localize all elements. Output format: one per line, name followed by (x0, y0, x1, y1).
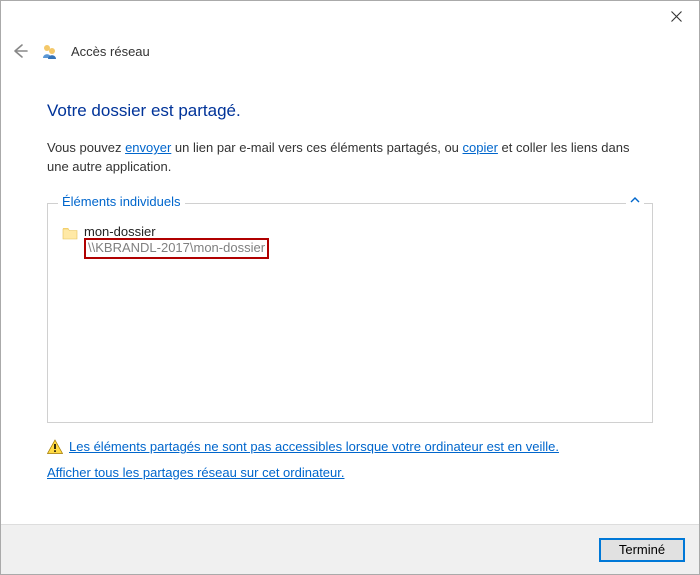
content-area: Votre dossier est partagé. Vous pouvez e… (1, 61, 699, 490)
folder-icon (62, 225, 78, 241)
shared-item[interactable]: mon-dossier \\KBRANDL-2017\mon-dossier (50, 224, 650, 259)
window-title: Accès réseau (71, 44, 150, 59)
links-section: Les éléments partagés ne sont pas access… (47, 439, 653, 480)
page-heading: Votre dossier est partagé. (47, 101, 653, 121)
close-icon (671, 11, 682, 22)
individual-items-group: Éléments individuels mon-dossier \\KBRAN… (47, 203, 653, 423)
sleep-warning-link[interactable]: Les éléments partagés ne sont pas access… (69, 439, 559, 454)
group-legend[interactable]: Éléments individuels (58, 194, 185, 209)
warning-icon (47, 439, 63, 455)
item-text-block: mon-dossier \\KBRANDL-2017\mon-dossier (84, 224, 269, 259)
desc-text-1: Vous pouvez (47, 140, 125, 155)
footer: Terminé (1, 524, 699, 574)
header-row: Accès réseau (1, 37, 699, 61)
envoyer-link[interactable]: envoyer (125, 140, 171, 155)
show-all-shares-link[interactable]: Afficher tous les partages réseau sur ce… (47, 465, 344, 480)
chevron-up-icon (630, 196, 640, 204)
close-button[interactable] (653, 1, 699, 31)
back-button[interactable] (9, 41, 29, 61)
sleep-warning-row: Les éléments partagés ne sont pas access… (47, 439, 653, 455)
item-name: mon-dossier (84, 224, 269, 239)
desc-text-2: un lien par e-mail vers ces éléments par… (171, 140, 462, 155)
arrow-left-icon (10, 42, 28, 60)
done-button[interactable]: Terminé (599, 538, 685, 562)
collapse-toggle[interactable] (626, 195, 644, 207)
titlebar (1, 1, 699, 37)
item-path: \\KBRANDL-2017\mon-dossier (84, 238, 269, 259)
description-paragraph: Vous pouvez envoyer un lien par e-mail v… (47, 139, 653, 177)
network-access-icon (41, 42, 59, 60)
copier-link[interactable]: copier (463, 140, 498, 155)
